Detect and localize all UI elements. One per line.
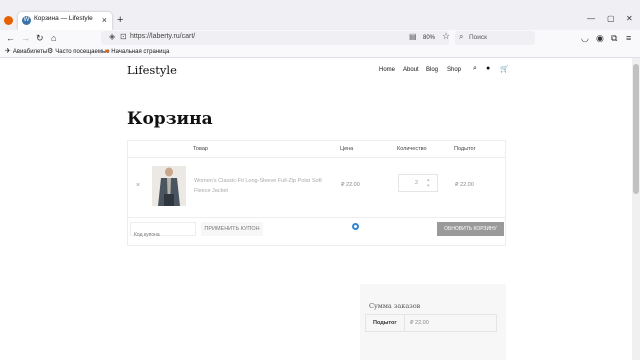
minimize-icon[interactable]: — (587, 14, 595, 23)
column-quantity: Количество (397, 146, 427, 152)
coupon-field[interactable] (130, 222, 196, 241)
loading-spinner-icon (352, 223, 359, 230)
zoom-level[interactable]: 80% (419, 33, 439, 43)
back-icon[interactable]: ← (6, 32, 15, 44)
bookmark-aviabilety[interactable]: ✈ Авиабилеты (5, 47, 47, 57)
forward-icon[interactable]: → (21, 32, 30, 44)
navigation-bar: ← → ↻ ⌂ ◈ ⊡ https://laberty.ru/cart/ ▤ 8… (0, 30, 640, 46)
cart-icon[interactable]: 🛒 (500, 65, 509, 73)
user-icon[interactable]: ● (486, 65, 490, 72)
update-cart-button[interactable]: ОБНОВИТЬ КОРЗИНУ (437, 222, 504, 236)
search-icon[interactable]: ⌕ (473, 65, 477, 73)
product-subtotal: ₽ 22.00 (455, 182, 474, 188)
wordpress-favicon-icon: W (22, 16, 31, 25)
bookmark-most-visited[interactable]: ⚙ Часто посещаемые (47, 47, 110, 57)
web-page: Lifestyle Home About Blog Shop ⌕ ● 🛒 Кор… (0, 58, 632, 360)
search-placeholder: Поиск (469, 34, 488, 41)
subtotal-value: ₽ 22.00 (410, 320, 429, 326)
bookmark-star-icon[interactable]: ☆ (442, 31, 450, 42)
product-price: ₽ 22.00 (341, 182, 360, 188)
menu-shop[interactable]: Shop (447, 67, 461, 73)
menu-icon[interactable]: ≡ (626, 32, 631, 44)
new-tab-icon[interactable]: + (117, 13, 123, 27)
divider (404, 315, 405, 331)
menu-home[interactable]: Home (379, 67, 395, 73)
account-icon[interactable]: ◉ (596, 32, 604, 44)
url-bar[interactable]: ◈ ⊡ https://laberty.ru/cart/ ▤ 80% ☆ (101, 31, 450, 45)
stepper-arrows-icon[interactable]: ▴ ▾ (427, 177, 430, 189)
reader-view-icon[interactable]: ▤ (409, 32, 417, 41)
bookmark-label: Авиабилеты (12, 49, 48, 55)
pocket-icon[interactable]: ◡ (581, 32, 589, 44)
close-window-icon[interactable]: ✕ (626, 14, 633, 23)
url-text[interactable]: https://laberty.ru/cart/ (130, 33, 195, 40)
totals-subtotal-row: Подытог ₽ 22.00 (365, 314, 497, 332)
column-price: Цена (340, 146, 354, 152)
quantity-value[interactable]: 2 (415, 180, 418, 186)
scrollbar-thumb[interactable] (633, 64, 639, 194)
apply-coupon-button[interactable]: ПРИМЕНИТЬ КУПОН (201, 222, 263, 236)
product-image[interactable] (152, 166, 186, 206)
gear-icon: ⚙ (47, 48, 54, 55)
bookmark-label: Часто посещаемые (55, 49, 110, 55)
shield-icon[interactable]: ◈ (109, 32, 115, 41)
product-name[interactable]: Women's Classic-Fit Long-Sleeve Full-Zip… (194, 176, 324, 196)
coupon-input[interactable] (131, 229, 195, 241)
reload-icon[interactable]: ↻ (36, 32, 44, 44)
site-logo[interactable]: Lifestyle (127, 63, 177, 77)
tab-title: Корзина — Lifestyle (34, 15, 93, 22)
remove-item-icon[interactable]: × (136, 182, 140, 189)
divider (128, 217, 505, 218)
bookmark-start-page[interactable]: ● Начальная страница (105, 47, 169, 57)
extensions-icon[interactable]: ⧉ (611, 32, 617, 44)
cart-table: Товар Цена Количество Подытог × Women's … (127, 140, 506, 246)
subtotal-label: Подытог (373, 320, 397, 326)
close-tab-icon[interactable]: × (102, 14, 107, 26)
menu-blog[interactable]: Blog (426, 67, 438, 73)
divider (128, 157, 505, 158)
search-box[interactable]: ⌕ Поиск (455, 31, 535, 45)
browser-tab[interactable]: W Корзина — Lifestyle × (18, 12, 112, 30)
cart-totals: Сумма заказов Подытог ₽ 22.00 (360, 284, 506, 360)
jacket-image (152, 166, 186, 206)
plane-icon: ✈ (5, 48, 11, 55)
page-title: Корзина (127, 109, 213, 129)
quantity-stepper[interactable]: 2 ▴ ▾ (398, 174, 438, 192)
totals-title: Сумма заказов (369, 302, 421, 310)
bookmark-label: Начальная страница (111, 49, 170, 55)
column-subtotal: Подытог (454, 146, 476, 152)
lock-icon[interactable]: ⊡ (120, 32, 127, 41)
search-icon: ⌕ (459, 32, 464, 41)
bookmarks-bar: ✈ Авиабилеты ⚙ Часто посещаемые ● Начальная… (0, 46, 640, 58)
column-product: Товар (193, 146, 208, 152)
home-icon[interactable]: ⌂ (51, 32, 56, 44)
firefox-icon: ● (105, 48, 110, 55)
firefox-view-icon[interactable] (4, 16, 13, 25)
menu-about[interactable]: About (403, 67, 419, 73)
browser-tab-bar: W Корзина — Lifestyle × + — ▢ ✕ (0, 0, 640, 30)
page-scrollbar[interactable] (632, 58, 640, 360)
maximize-icon[interactable]: ▢ (607, 14, 615, 23)
